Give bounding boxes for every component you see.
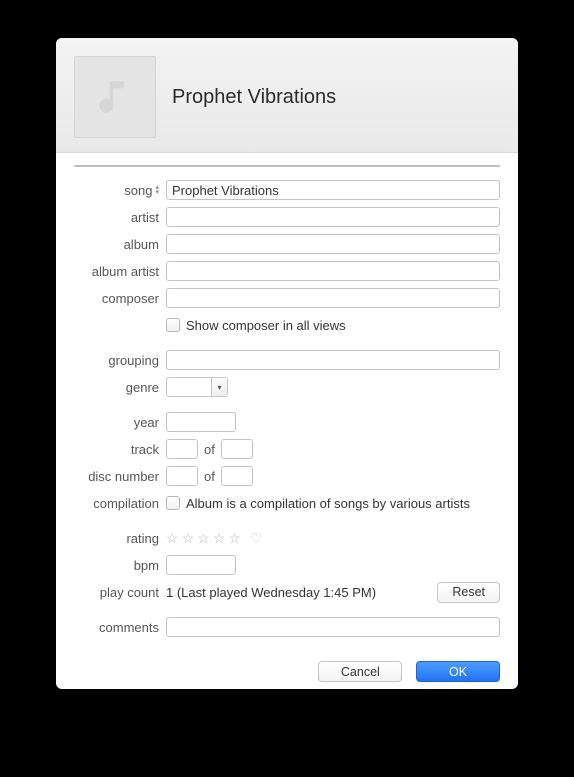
dialog-header: Prophet Vibrations xyxy=(56,38,518,153)
artist-input[interactable] xyxy=(166,207,500,227)
compilation-checkbox[interactable] xyxy=(166,496,180,510)
label-genre: genre xyxy=(126,380,159,395)
song-input[interactable] xyxy=(166,180,500,200)
song-info-dialog: Prophet Vibrations Details Artwork Lyric… xyxy=(56,38,518,689)
cancel-button[interactable]: Cancel xyxy=(318,661,402,682)
album-input[interactable] xyxy=(166,234,500,254)
label-composer: composer xyxy=(102,291,159,306)
label-artist: artist xyxy=(131,210,159,225)
grouping-input[interactable] xyxy=(166,350,500,370)
label-track: track xyxy=(131,442,159,457)
bpm-input[interactable] xyxy=(166,555,236,575)
track-total-input[interactable] xyxy=(221,439,253,459)
label-album: album xyxy=(124,237,159,252)
star-icon[interactable]: ☆ xyxy=(228,530,241,547)
disc-of-label: of xyxy=(198,469,221,484)
disc-number-input[interactable] xyxy=(166,466,198,486)
details-form: song ▴▾ artist album album artist compos… xyxy=(56,167,518,651)
ok-button[interactable]: OK xyxy=(416,661,500,682)
label-grouping: grouping xyxy=(108,353,159,368)
label-rating: rating xyxy=(126,531,159,546)
play-count-text: 1 (Last played Wednesday 1:45 PM) xyxy=(166,585,386,600)
year-input[interactable] xyxy=(166,412,236,432)
track-of-label: of xyxy=(198,442,221,457)
track-number-input[interactable] xyxy=(166,439,198,459)
dialog-footer: Cancel OK xyxy=(56,651,518,689)
label-bpm: bpm xyxy=(134,558,159,573)
reset-button[interactable]: Reset xyxy=(437,582,500,603)
heart-icon[interactable]: ♡ xyxy=(250,530,263,547)
composer-input[interactable] xyxy=(166,288,500,308)
star-icon[interactable]: ☆ xyxy=(166,530,179,547)
compilation-label: Album is a compilation of songs by vario… xyxy=(186,496,470,511)
artwork-placeholder xyxy=(74,56,156,138)
label-comments: comments xyxy=(99,620,159,635)
comments-input[interactable] xyxy=(166,617,500,637)
star-icon[interactable]: ☆ xyxy=(182,530,195,547)
song-stepper-icon[interactable]: ▴▾ xyxy=(155,185,159,195)
label-year: year xyxy=(134,415,159,430)
star-icon[interactable]: ☆ xyxy=(213,530,226,547)
genre-combobox[interactable]: ▾ xyxy=(166,377,228,397)
show-composer-checkbox[interactable] xyxy=(166,318,180,332)
label-album-artist: album artist xyxy=(92,264,159,279)
label-play-count: play count xyxy=(100,585,159,600)
label-song: song xyxy=(124,183,152,198)
music-note-icon xyxy=(94,76,136,118)
label-disc: disc number xyxy=(88,469,159,484)
disc-total-input[interactable] xyxy=(221,466,253,486)
label-compilation: compilation xyxy=(93,496,159,511)
show-composer-label: Show composer in all views xyxy=(186,318,346,333)
genre-input[interactable] xyxy=(167,378,211,396)
chevron-down-icon[interactable]: ▾ xyxy=(211,378,227,396)
dialog-title: Prophet Vibrations xyxy=(172,86,336,109)
rating-stars[interactable]: ☆ ☆ ☆ ☆ ☆ ♡ xyxy=(166,530,262,547)
album-artist-input[interactable] xyxy=(166,261,500,281)
star-icon[interactable]: ☆ xyxy=(197,530,210,547)
